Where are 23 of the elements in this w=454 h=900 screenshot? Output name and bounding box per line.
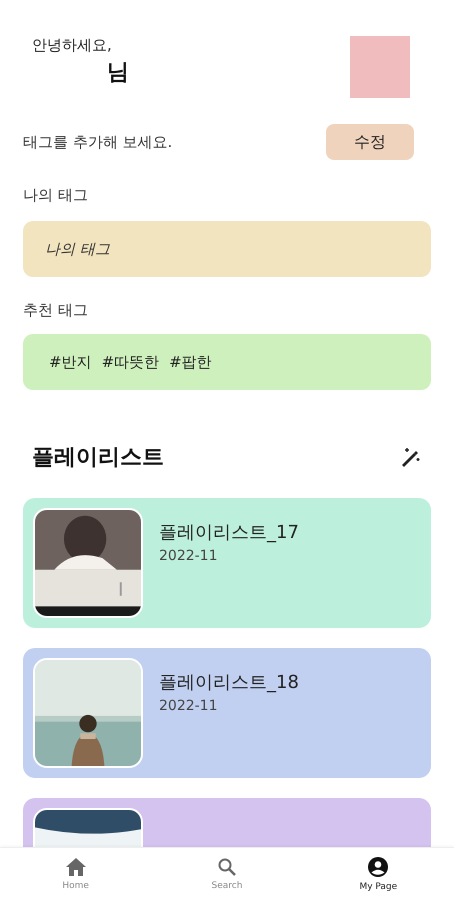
section-label: 추천 태그 [23, 301, 89, 320]
tag[interactable]: #따뜻한 [102, 352, 160, 372]
playlist-card[interactable]: 플레이리스트_17 2022-11 [23, 498, 431, 628]
playlist-card[interactable]: 플레이리스트_18 2022-11 [23, 648, 431, 778]
playlist-date: 2022-11 [159, 548, 218, 564]
playlist-date: 2022-11 [159, 698, 218, 714]
tag-prompt: 태그를 추가해 보세요. [23, 132, 172, 152]
nav-tab[interactable]: Search [151, 848, 303, 900]
account-icon [367, 856, 390, 878]
greeting-text: 안녕하세요, [32, 36, 113, 55]
tag[interactable]: #반지 [49, 352, 92, 372]
edit-button[interactable]: 수정 [326, 124, 414, 160]
tag[interactable]: #팝한 [169, 352, 212, 372]
my-tags-field[interactable]: 나의 태그 [23, 221, 431, 277]
home-icon [64, 857, 87, 877]
playlist-title: 플레이리스트_18 [159, 671, 299, 694]
search-icon [216, 857, 237, 877]
nav-tab[interactable]: My Page [302, 848, 454, 900]
playlist-title: 플레이리스트_17 [159, 521, 299, 544]
nav-tab[interactable]: Home [0, 848, 152, 900]
section-label: 나의 태그 [23, 186, 89, 205]
user-name: 님 [107, 59, 129, 87]
section-title: 플레이리스트 [32, 444, 164, 472]
